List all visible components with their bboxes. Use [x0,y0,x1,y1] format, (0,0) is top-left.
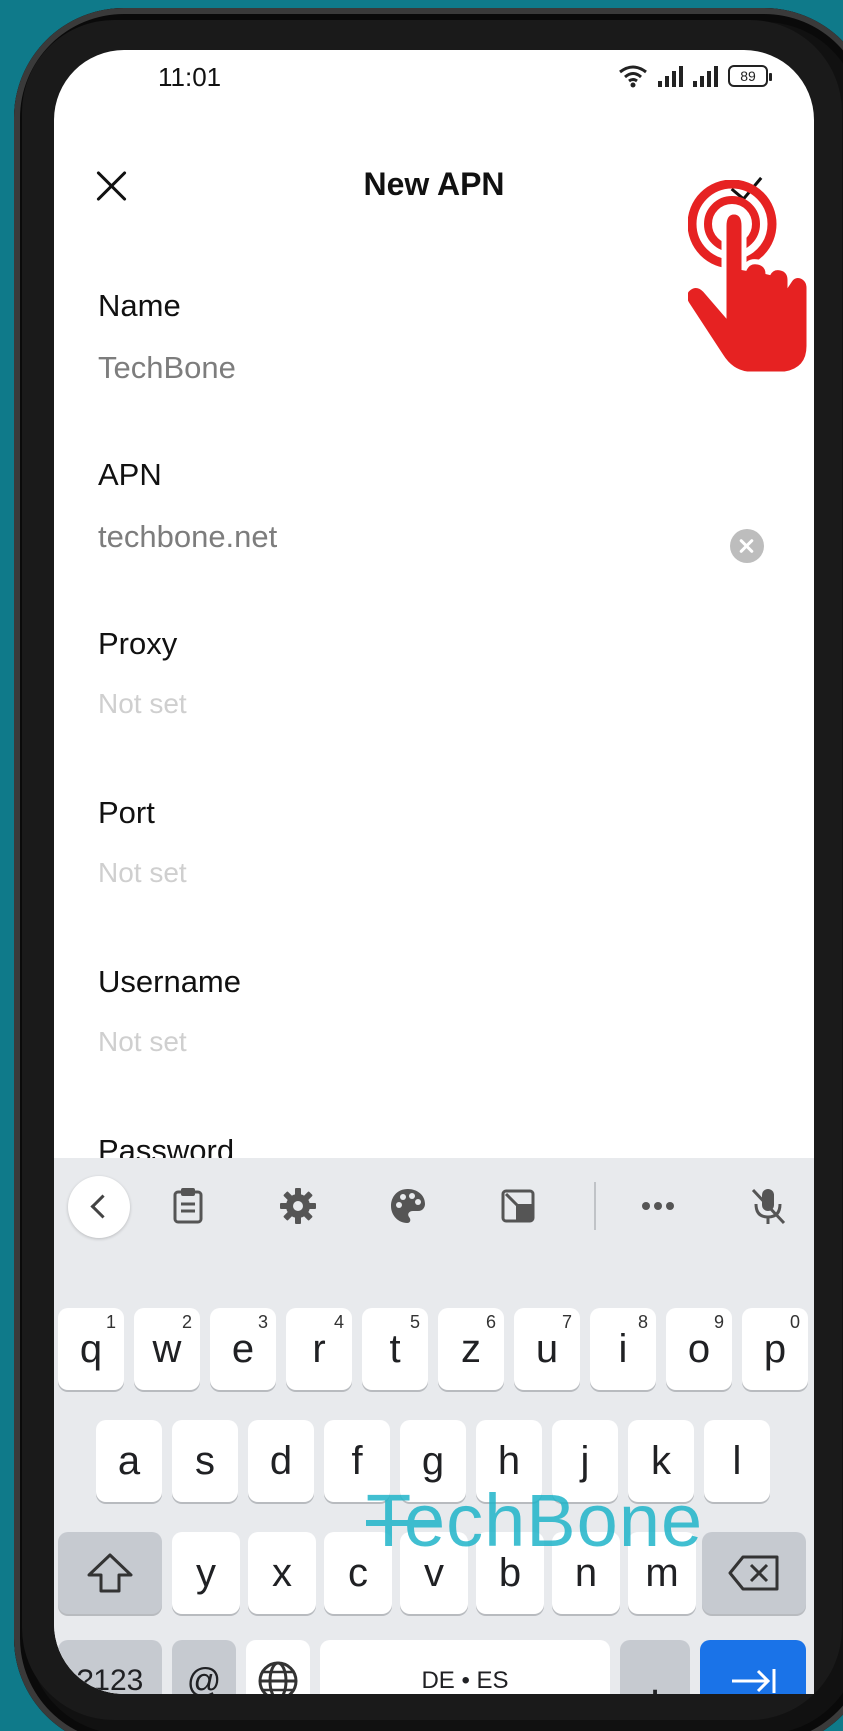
key-z[interactable]: z6 [438,1308,504,1390]
key-label: u [535,1326,559,1371]
signal-1-icon [658,65,683,87]
globe-key[interactable] [246,1640,310,1694]
one-handed-mode-icon[interactable] [498,1186,538,1226]
watermark-dash [366,1520,436,1526]
field-value: Not set [98,1026,187,1057]
field-port[interactable]: Port Not set [98,795,738,889]
key-p[interactable]: p0 [742,1308,808,1390]
wifi-icon [619,65,647,88]
key-l[interactable]: l [704,1420,770,1502]
key-s[interactable]: s [172,1420,238,1502]
key-y[interactable]: y [172,1532,240,1614]
clear-icon[interactable] [730,529,764,563]
field-label: APN [98,457,162,492]
shift-arrow-icon [87,1553,133,1593]
gear-icon[interactable] [278,1186,318,1226]
field-label: Port [98,795,155,830]
palette-icon[interactable] [388,1186,428,1226]
key-x[interactable]: x [248,1532,316,1614]
signal-2-icon [693,65,718,87]
key-w[interactable]: w2 [134,1308,200,1390]
key-label: o [687,1326,711,1371]
key-label: z [461,1326,481,1371]
more-icon[interactable] [638,1186,678,1226]
key-label: w [152,1326,182,1371]
status-bar: 11:01 89 [54,50,814,110]
key-number-hint: 4 [333,1312,344,1332]
key-label: t [389,1326,401,1371]
key-number-hint: 2 [181,1312,192,1332]
key-label: r [312,1326,326,1371]
key-number-hint: 8 [637,1312,648,1332]
field-proxy[interactable]: Proxy Not set [98,626,738,720]
field-label: Username [98,964,241,999]
chevron-left-icon[interactable] [68,1176,130,1238]
key-label: i [618,1326,628,1371]
key-i[interactable]: i8 [590,1308,656,1390]
symbols-key[interactable]: ?123 [58,1640,162,1694]
key-label: q [79,1326,103,1371]
key-e[interactable]: e3 [210,1308,276,1390]
screen: 11:01 89 New APN Name TechBone APN techb… [54,50,814,1694]
backspace-icon [728,1555,779,1591]
tap-hand-icon [688,180,812,377]
key-r[interactable]: r4 [286,1308,352,1390]
key-number-hint: 6 [485,1312,496,1332]
field-value: Not set [98,857,187,888]
key-number-hint: 0 [789,1312,800,1332]
watermark-logo: TechBone [366,1478,703,1563]
globe-icon [258,1661,298,1694]
at-key[interactable]: @ [172,1640,236,1694]
key-label: e [231,1326,255,1371]
key-number-hint: 9 [713,1312,724,1332]
space-key[interactable]: DE • ES [320,1640,610,1694]
keyboard: q1w2e3r4t5z6u7i8o9p0 asdfghjkl yxcvbnm ?… [54,1158,814,1694]
key-number-hint: 5 [409,1312,420,1332]
tab-arrow-icon [732,1669,776,1693]
key-number-hint: 7 [561,1312,572,1332]
key-o[interactable]: o9 [666,1308,732,1390]
key-number-hint: 3 [257,1312,268,1332]
field-apn[interactable]: APN techbone.net [98,457,764,563]
period-key[interactable]: . [620,1640,690,1694]
key-a[interactable]: a [96,1420,162,1502]
status-time: 11:01 [158,62,222,92]
key-t[interactable]: t5 [362,1308,428,1390]
keyboard-toolbar [54,1158,814,1254]
shift-key[interactable] [58,1532,162,1614]
field-label: Proxy [98,626,178,661]
field-label: Name [98,288,181,323]
field-name[interactable]: Name TechBone [98,288,738,386]
field-value: Not set [98,688,187,719]
clipboard-icon[interactable] [168,1186,208,1226]
backspace-key[interactable] [702,1532,806,1614]
key-label: p [763,1326,787,1371]
field-value: TechBone [98,350,236,385]
key-number-hint: 1 [105,1312,116,1332]
mic-off-icon[interactable] [748,1186,788,1226]
next-key[interactable] [700,1640,806,1694]
key-q[interactable]: q1 [58,1308,124,1390]
status-icons: 89 [618,64,772,88]
key-u[interactable]: u7 [514,1308,580,1390]
toolbar-divider [594,1182,596,1230]
field-username[interactable]: Username Not set [98,964,738,1058]
field-value: techbone.net [98,519,278,554]
key-d[interactable]: d [248,1420,314,1502]
battery-icon: 89 [728,65,772,87]
battery-level: 89 [740,68,756,84]
